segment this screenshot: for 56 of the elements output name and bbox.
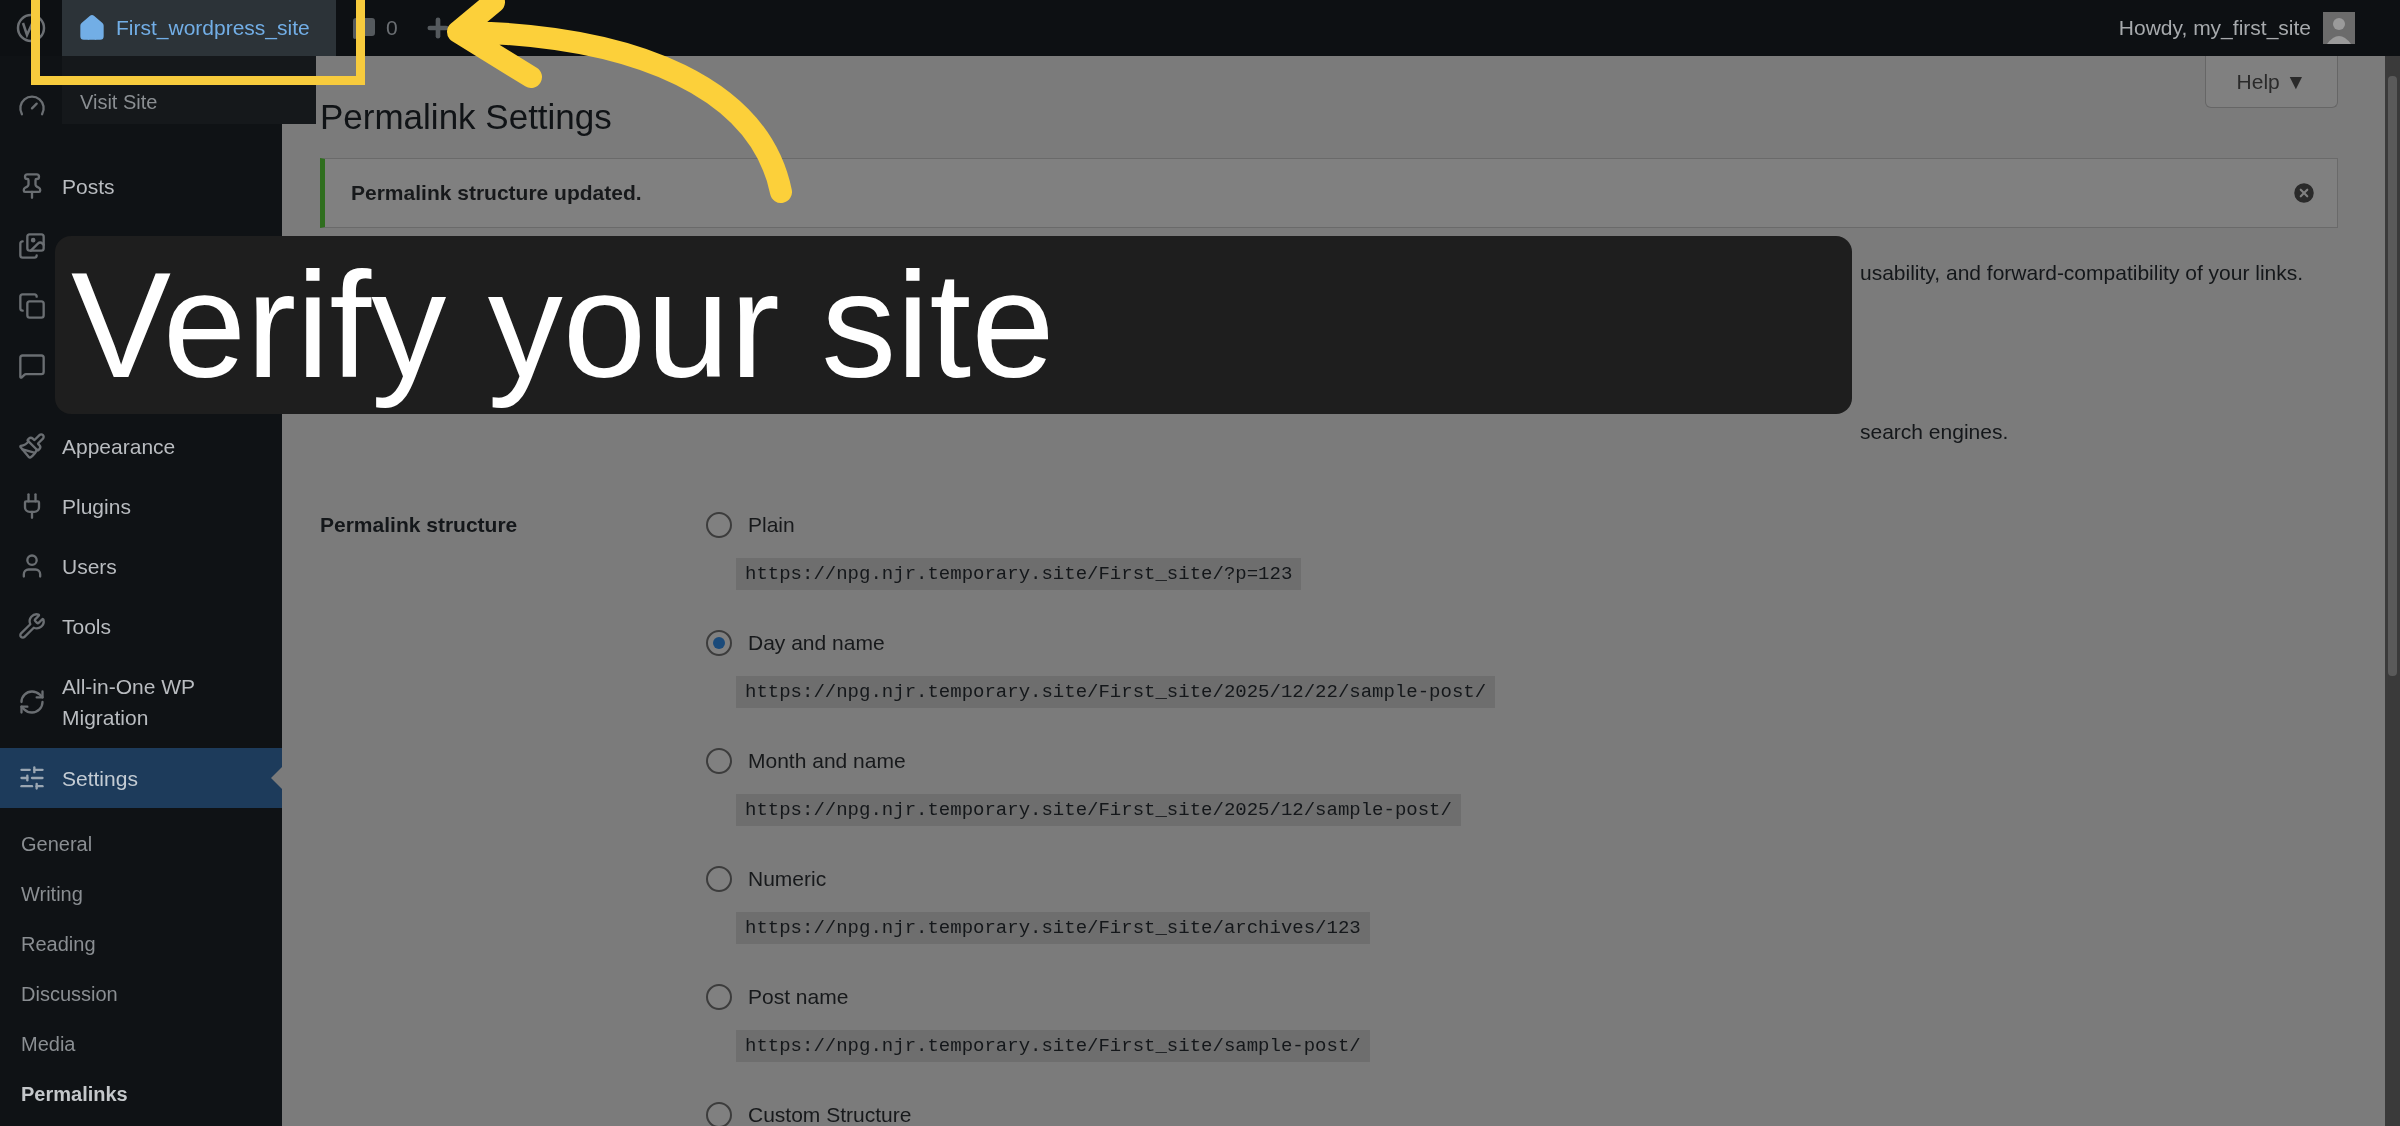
sidebar-item[interactable]: Users	[0, 536, 282, 596]
intro-text: usability, and forward-compatibility of your links.	[1860, 260, 2304, 287]
radio-button[interactable]	[706, 866, 732, 892]
example-url: https://npg.njr.temporary.site/First_site/?p=123	[736, 558, 1302, 590]
sidebar-item[interactable]: Plugins	[0, 476, 282, 536]
home-icon	[78, 14, 106, 42]
submenu-item[interactable]: Media	[0, 1019, 282, 1069]
comment-count: 0	[386, 15, 398, 42]
radio-label: Day and name	[748, 630, 885, 657]
site-name-menu[interactable]: First_wordpress_site	[62, 0, 336, 56]
caption-text: Verify your site	[71, 240, 1055, 410]
radio-label: Month and name	[748, 748, 906, 775]
radio-label: Post name	[748, 984, 849, 1011]
sidebar-item[interactable]: Posts	[0, 156, 282, 216]
submenu-item[interactable]: Discussion	[0, 969, 282, 1019]
page-title: Permalink Settings	[320, 97, 612, 137]
radio-button[interactable]	[706, 512, 732, 538]
submenu-item[interactable]: Reading	[0, 919, 282, 969]
sidebar-item[interactable]: Settings	[0, 748, 282, 808]
sidebar-item[interactable]: All-in-One WP Migration	[0, 656, 282, 748]
example-url: https://npg.njr.temporary.site/First_site/2025/12/22/sample-post/	[736, 676, 1496, 708]
description-text: search engines.	[1860, 419, 2009, 446]
submenu-item[interactable]: General	[0, 819, 282, 869]
avatar-icon[interactable]	[2323, 12, 2355, 44]
images-icon[interactable]	[18, 232, 46, 260]
radio-label: Plain	[748, 512, 795, 539]
radio-button[interactable]	[706, 630, 732, 656]
radio-button[interactable]	[706, 1102, 732, 1126]
paintbrush-icon	[18, 432, 46, 460]
scrollbar[interactable]	[2385, 56, 2400, 1126]
circular-arrow-icon	[18, 688, 46, 716]
radio-label: Custom Structure	[748, 1102, 912, 1126]
dropdown-item[interactable]: Visit Site	[80, 90, 316, 114]
greeting[interactable]: Howdy, my_first_site	[2118, 12, 2311, 44]
site-name: First_wordpress_site	[116, 15, 310, 42]
wordpress-logo-icon[interactable]	[16, 13, 46, 43]
scrollbar-thumb[interactable]	[2388, 76, 2397, 676]
wrench-icon	[18, 612, 46, 640]
sidebar-item[interactable]: Tools	[0, 596, 282, 656]
example-url: https://npg.njr.temporary.site/First_site/2025/12/sample-post/	[736, 794, 1461, 826]
sliders-icon	[18, 764, 46, 792]
example-url: https://npg.njr.temporary.site/First_site/sample-post/	[736, 1030, 1370, 1062]
close-icon[interactable]	[2291, 180, 2317, 206]
radio-label: Numeric	[748, 866, 827, 893]
radio-button[interactable]	[706, 984, 732, 1010]
field-label: Permalink structure	[320, 512, 519, 538]
help-button[interactable]: Help ▼	[2205, 56, 2338, 108]
notice-text: Permalink structure updated.	[351, 180, 643, 207]
example-url: https://npg.njr.temporary.site/First_site/archives/123	[736, 912, 1370, 944]
pages-icon[interactable]	[18, 292, 46, 320]
radio-button[interactable]	[706, 748, 732, 774]
sidebar-item[interactable]: Appearance	[0, 416, 282, 476]
speech-bubble-icon[interactable]	[18, 352, 46, 380]
submenu-item[interactable]: Permalinks	[0, 1069, 282, 1119]
submenu-item[interactable]: Writing	[0, 869, 282, 919]
current-pointer	[271, 767, 282, 789]
